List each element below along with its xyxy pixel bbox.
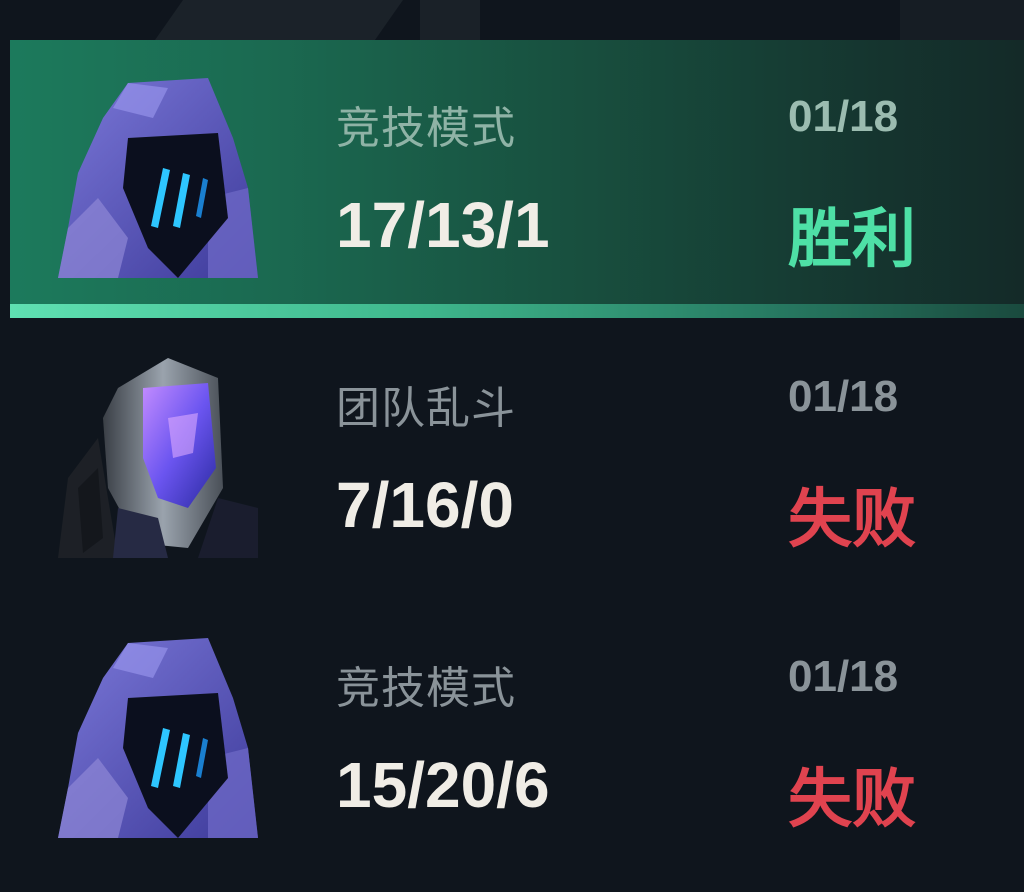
- kda-score: 7/16/0: [336, 469, 514, 541]
- match-date: 01/18: [788, 92, 899, 141]
- match-row[interactable]: 竞技模式 01/18 15/20/6 失败: [10, 600, 1024, 878]
- match-row[interactable]: 团队乱斗 01/18 7/16/0 失败: [10, 320, 1024, 598]
- helmet-hero-avatar-icon: [58, 358, 258, 558]
- kda-score: 15/20/6: [336, 749, 550, 821]
- match-date: 01/18: [788, 652, 899, 701]
- game-mode-label: 团队乱斗: [336, 384, 516, 433]
- match-result-loss: 失败: [788, 763, 916, 835]
- match-result-win: 胜利: [788, 203, 916, 275]
- hooded-hero-avatar-icon: [58, 638, 258, 838]
- match-row[interactable]: 竞技模式 01/18 17/13/1 胜利: [10, 40, 1024, 318]
- game-mode-label: 竞技模式: [336, 104, 516, 153]
- selected-indicator: [10, 304, 1024, 318]
- game-mode-label: 竞技模式: [336, 664, 516, 713]
- match-history-panel: 竞技模式 01/18 17/13/1 胜利 团队乱斗 01/18 7/16/0 …: [0, 0, 1024, 892]
- header-decoration: [0, 0, 1024, 40]
- match-date: 01/18: [788, 372, 899, 421]
- kda-score: 17/13/1: [336, 189, 550, 261]
- match-result-loss: 失败: [788, 483, 916, 555]
- hooded-hero-avatar-icon: [58, 78, 258, 278]
